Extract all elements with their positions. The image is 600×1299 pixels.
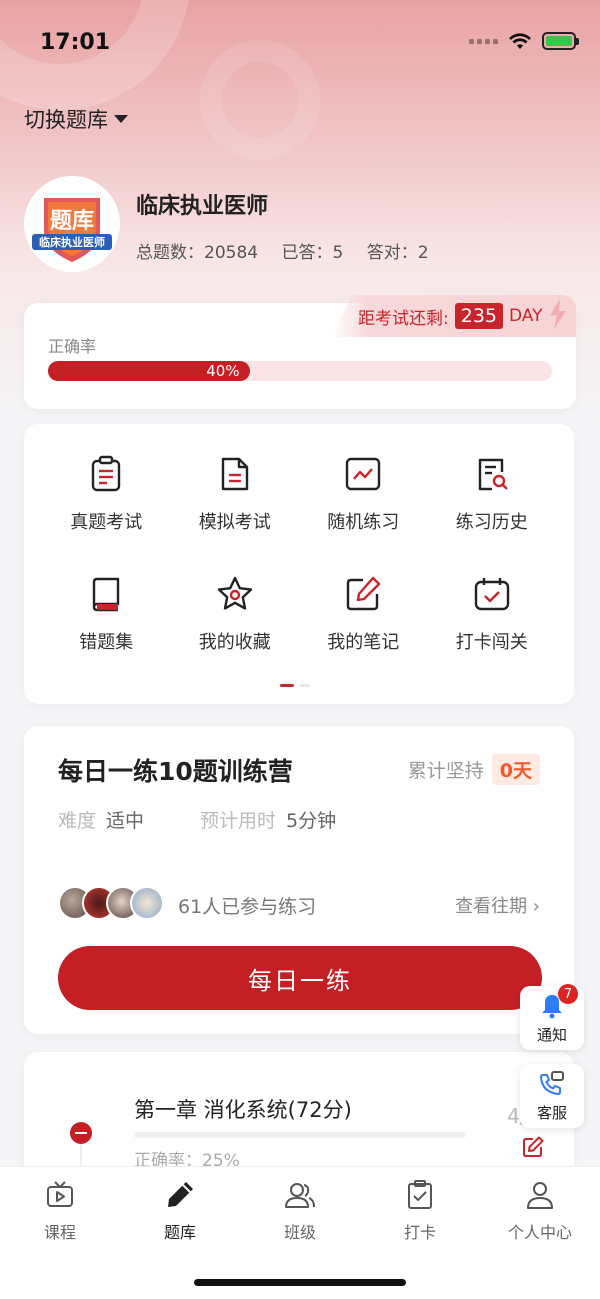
- menu-item-label: 打卡闯关: [455, 632, 528, 653]
- feature-menu: 真题考试 模拟考试 随机练习 练习历史 错题集 我的收藏 我的笔记 打卡闯关: [24, 424, 574, 704]
- clipboard-list-icon: [92, 455, 121, 492]
- accuracy-card: 距考试还剩: 235 DAY 正确率 40%: [24, 295, 576, 409]
- bank-stats: 总题数：20584 已答：5 答对：2: [136, 238, 447, 263]
- document-icon: [221, 457, 248, 491]
- menu-item-label: 练习历史: [455, 512, 528, 533]
- tab-question-bank[interactable]: 题库: [120, 1179, 240, 1243]
- menu-item-label: 我的笔记: [327, 632, 400, 653]
- menu-item-wrong-questions[interactable]: 错题集: [42, 574, 171, 654]
- estimated-time-label: 预计用时: [200, 810, 277, 832]
- countdown-days: 235: [454, 303, 503, 329]
- collapse-icon[interactable]: [70, 1122, 92, 1144]
- participants-count: 61人已参与练习: [178, 896, 317, 918]
- bank-name: 临床执业医师: [136, 194, 269, 219]
- countdown-prefix: 距考试还剩:: [358, 308, 449, 329]
- daily-practice-camp: 每日一练10题训练营 累计坚持 0天 难度 适中 预计用时 5分钟 61人已参与…: [24, 726, 574, 1034]
- streak-label: 累计坚持: [407, 760, 484, 782]
- menu-item-favorites[interactable]: 我的收藏: [171, 574, 300, 654]
- estimated-time-value: 5分钟: [286, 810, 337, 832]
- camp-meta: 难度 适中 预计用时 5分钟: [58, 806, 336, 833]
- star-icon: [217, 576, 252, 610]
- difficulty-value: 适中: [106, 810, 145, 832]
- avatar: [130, 886, 164, 920]
- menu-item-checkin-challenge[interactable]: 打卡闯关: [428, 574, 557, 654]
- menu-item-label: 错题集: [79, 632, 134, 653]
- edit-note-icon: [347, 576, 381, 611]
- caret-down-icon: [114, 115, 128, 123]
- menu-item-notes[interactable]: 我的笔记: [299, 574, 428, 654]
- cellular-signal-icon: [469, 38, 498, 44]
- edit-icon[interactable]: [522, 1136, 544, 1158]
- group-icon: [285, 1183, 315, 1208]
- wifi-icon: [509, 33, 531, 49]
- accuracy-label: 正确率: [48, 337, 97, 356]
- bank-profile: 题库 临床执业医师 临床执业医师 总题数：20584 已答：5 答对：2: [24, 176, 584, 276]
- tab-class[interactable]: 班级: [240, 1179, 360, 1243]
- chapter-progress: [134, 1132, 466, 1138]
- tab-courses[interactable]: 课程: [0, 1179, 120, 1243]
- correct-count: 答对：2: [366, 243, 429, 263]
- view-history-link[interactable]: 查看往期 ›: [455, 892, 540, 918]
- answered-count: 已答：5: [281, 243, 344, 263]
- tab-label: 打卡: [403, 1223, 436, 1242]
- bank-logo: 题库 临床执业医师: [24, 176, 120, 272]
- daily-practice-button[interactable]: 每日一练: [58, 946, 542, 1010]
- person-icon: [527, 1182, 553, 1209]
- svg-text:题库: 题库: [50, 209, 94, 234]
- document-search-icon: [478, 458, 508, 491]
- book-icon: [93, 577, 120, 612]
- participant-avatars: [58, 886, 164, 920]
- checkin-icon: [408, 1180, 432, 1209]
- menu-item-mock-exam[interactable]: 模拟考试: [171, 454, 300, 534]
- page-dot-active: [280, 684, 294, 687]
- status-indicators: [469, 32, 579, 50]
- accuracy-percent: 40%: [206, 362, 240, 380]
- trend-chart-icon: [346, 457, 381, 491]
- status-bar: 17:01: [0, 0, 600, 88]
- notification-label: 通知: [536, 1025, 567, 1044]
- tab-label: 题库: [163, 1223, 196, 1242]
- page-indicator: [280, 684, 310, 687]
- accuracy-progress: 40%: [48, 361, 552, 381]
- notification-button[interactable]: 通知 7: [520, 984, 584, 1050]
- menu-item-random-practice[interactable]: 随机练习: [299, 454, 428, 534]
- battery-icon: [542, 32, 579, 50]
- tab-label: 个人中心: [507, 1223, 572, 1242]
- menu-item-label: 真题考试: [70, 512, 143, 533]
- tab-profile[interactable]: 个人中心: [480, 1179, 600, 1243]
- status-time: 17:01: [40, 30, 111, 55]
- menu-item-label: 随机练习: [327, 512, 400, 533]
- notification-badge: 7: [558, 984, 578, 1004]
- lightning-icon: [550, 299, 566, 329]
- menu-item-practice-history[interactable]: 练习历史: [428, 454, 557, 534]
- calendar-check-icon: [474, 578, 509, 611]
- page-dot: [300, 684, 310, 687]
- shield-logo-icon: 题库 临床执业医师: [24, 176, 120, 272]
- switch-bank-label: 切换题库: [24, 108, 108, 132]
- tab-checkin[interactable]: 打卡: [360, 1179, 480, 1243]
- menu-item-label: 模拟考试: [198, 512, 271, 533]
- difficulty-label: 难度: [58, 810, 97, 832]
- phone-chat-icon: [540, 1070, 564, 1095]
- countdown-unit: DAY: [509, 306, 543, 326]
- streak-counter: 累计坚持 0天: [408, 754, 540, 785]
- tab-label: 课程: [43, 1223, 76, 1242]
- menu-item-real-exam[interactable]: 真题考试: [42, 454, 171, 534]
- streak-value: 0天: [491, 754, 540, 785]
- tv-play-icon: [47, 1181, 73, 1207]
- menu-item-label: 我的收藏: [198, 632, 271, 653]
- total-questions: 总题数：20584: [136, 243, 259, 263]
- accuracy-progress-fill: 40%: [48, 361, 250, 381]
- customer-service-label: 客服: [536, 1103, 567, 1122]
- svg-text:临床执业医师: 临床执业医师: [39, 235, 105, 249]
- home-indicator: [194, 1279, 406, 1286]
- switch-bank-dropdown[interactable]: 切换题库: [24, 104, 128, 134]
- exam-countdown: 距考试还剩: 235 DAY: [332, 295, 576, 337]
- customer-service-button[interactable]: 客服: [520, 1064, 584, 1128]
- pencil-icon: [168, 1182, 193, 1207]
- tab-label: 班级: [283, 1223, 316, 1242]
- chapter-title: 第一章 消化系统(72分): [134, 1098, 352, 1122]
- bottom-tab-bar: 课程 题库 班级 打卡 个人中心: [0, 1166, 600, 1299]
- camp-title: 每日一练10题训练营: [58, 757, 293, 786]
